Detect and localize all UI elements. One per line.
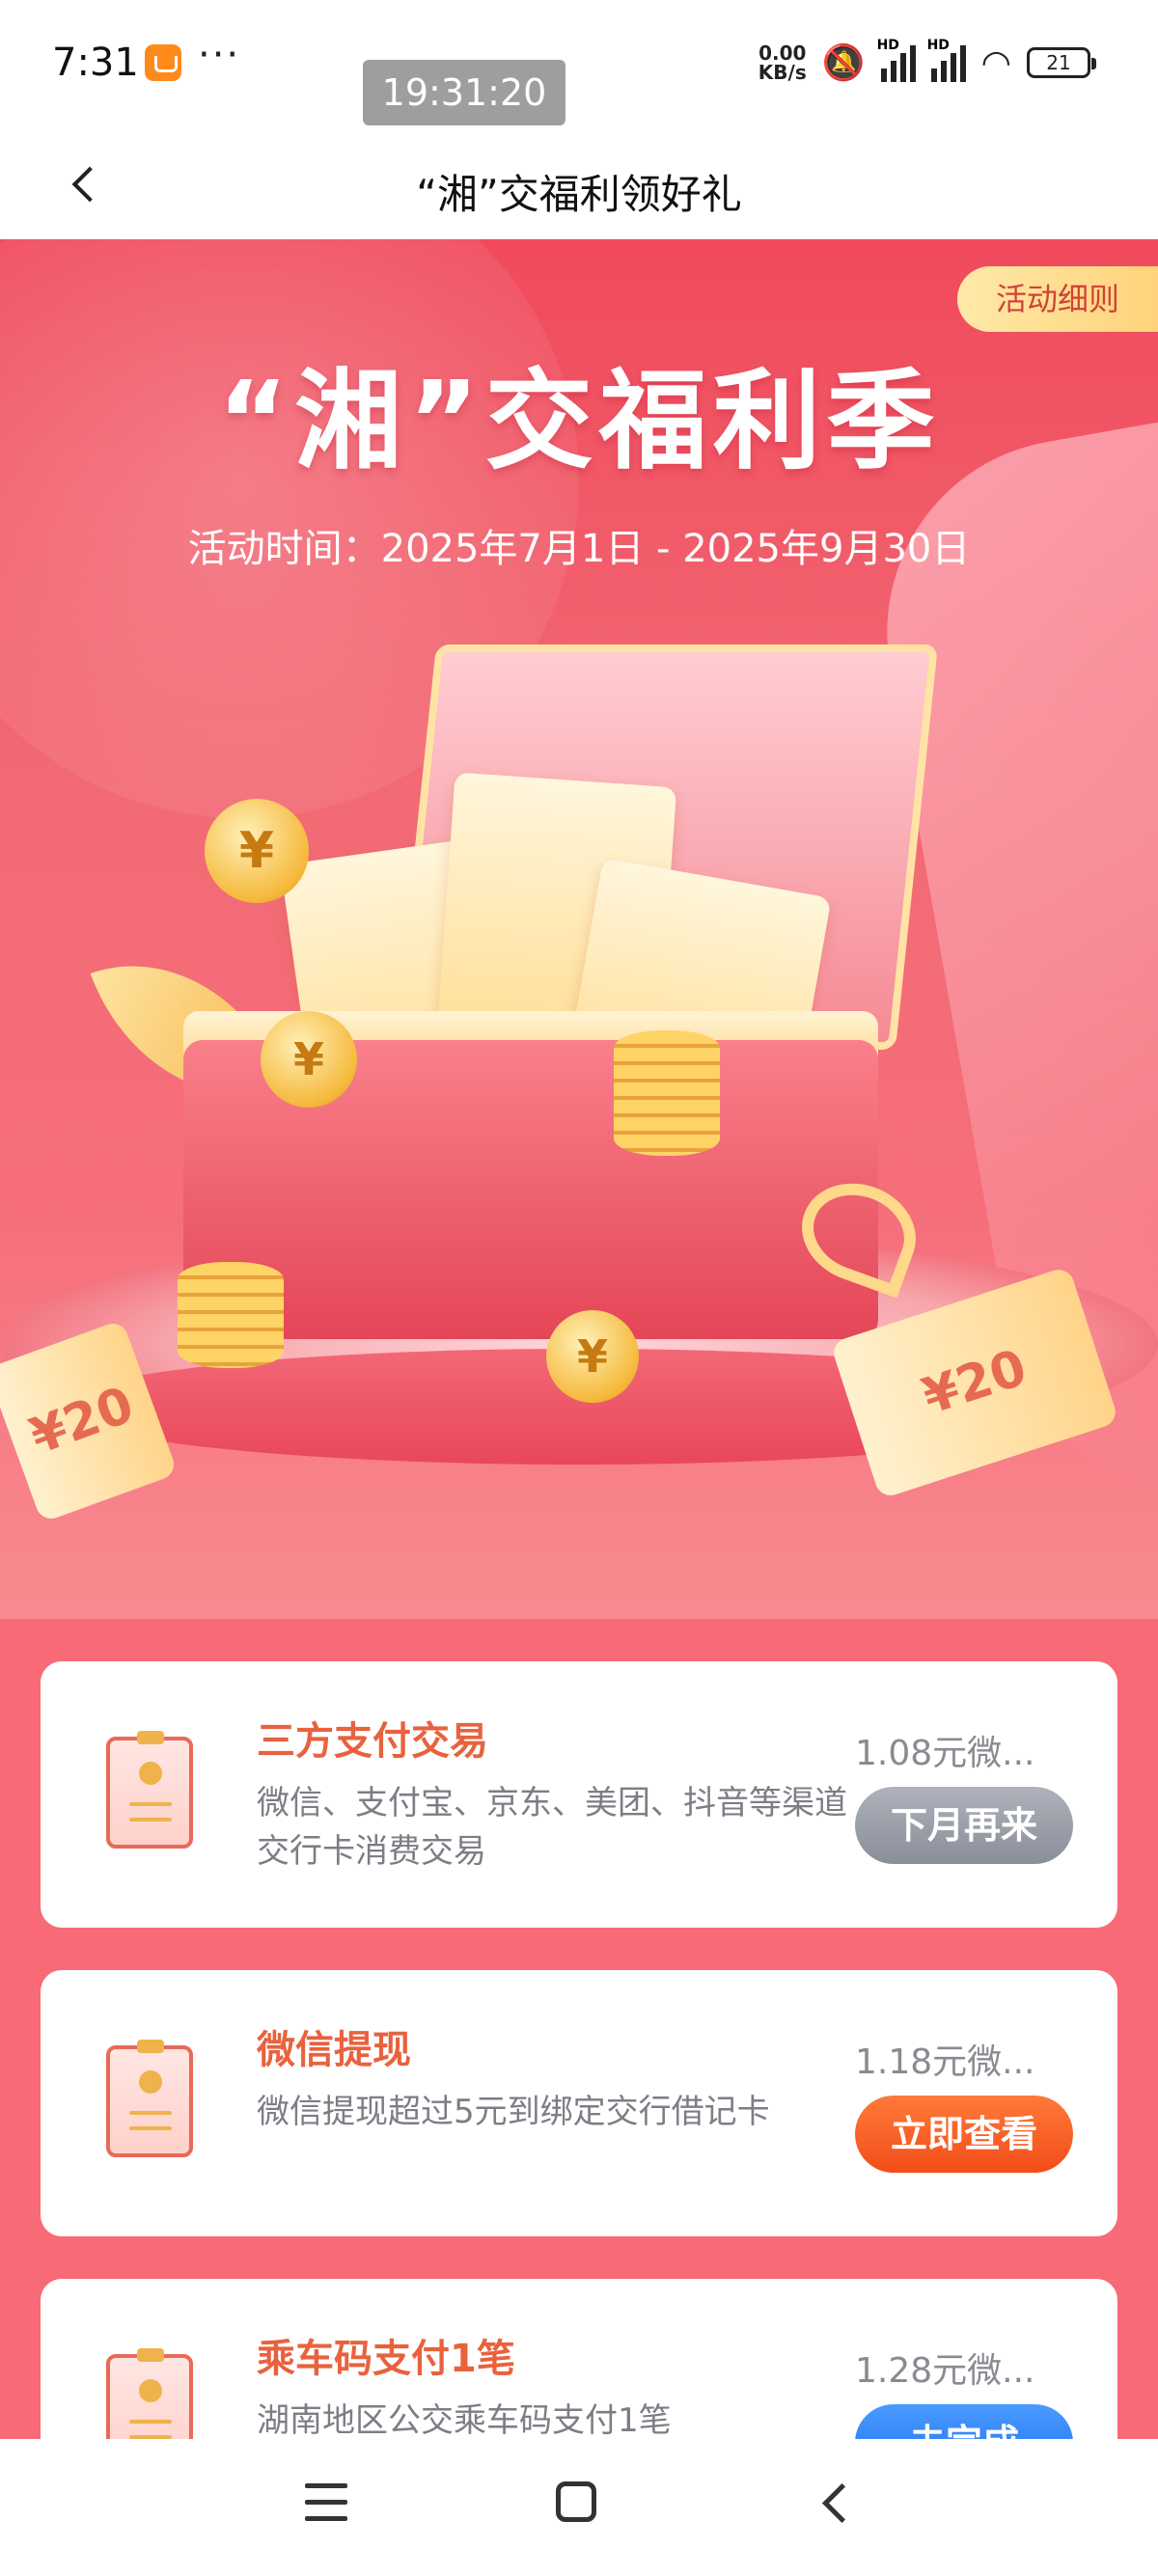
shopping-app-icon: [145, 44, 181, 81]
status-time: 7:31: [52, 41, 139, 85]
signal-icon-2: HD: [927, 38, 966, 82]
mute-bell-icon: 🔕: [821, 43, 866, 83]
signal-icon: HD: [877, 38, 916, 82]
system-nav-bar: [0, 2439, 1158, 2576]
page-title: “湘”交福利领好礼: [416, 171, 742, 218]
nav-bar: “湘”交福利领好礼: [0, 135, 1158, 239]
task-reward: 1.18元微...: [855, 2042, 1035, 2082]
come-next-month-button[interactable]: 下月再来: [855, 1787, 1073, 1864]
activity-rules-button[interactable]: 活动细则: [957, 266, 1158, 332]
status-icons: 0.00 KB/s 🔕 HD HD ◠ 21: [758, 38, 1096, 84]
wifi-icon: ◠: [980, 42, 1011, 83]
task-reward: 1.28元微...: [855, 2351, 1035, 2391]
clipboard-check-icon: [106, 2040, 193, 2157]
hero-banner: 活动细则 “湘”交福利季 活动时间：2025年7月1日 - 2025年9月30日…: [0, 239, 1158, 1619]
task-list: 三方支付交易 微信、支付宝、京东、美团、抖音等渠道交行卡消费交易 1.08元微.…: [0, 1619, 1158, 2439]
more-notifications-icon: ···: [198, 33, 241, 77]
task-card-wechat-withdraw: 微信提现 微信提现超过5元到绑定交行借记卡 1.18元微... 立即查看: [41, 1970, 1117, 2236]
clipboard-check-icon: [106, 1731, 193, 1849]
home-icon[interactable]: [556, 2481, 596, 2522]
task-desc: 湖南地区公交乘车码支付1笔: [257, 2401, 672, 2439]
status-bar: 7:31 ··· 19:31:20 0.00 KB/s 🔕 HD HD ◠ 21: [0, 0, 1158, 135]
coin-stack: [178, 1262, 284, 1368]
battery-icon: 21: [1027, 47, 1096, 78]
task-title: 乘车码支付1笔: [257, 2337, 515, 2381]
task-card-third-party-pay: 三方支付交易 微信、支付宝、京东、美团、抖音等渠道交行卡消费交易 1.08元微.…: [41, 1661, 1117, 1928]
clipboard-check-icon: [106, 2348, 193, 2439]
view-now-button[interactable]: 立即查看: [855, 2096, 1073, 2173]
not-completed-button[interactable]: 未完成: [855, 2404, 1073, 2439]
activity-date-range: 活动时间：2025年7月1日 - 2025年9月30日: [187, 527, 971, 571]
task-card-transit-code: 乘车码支付1笔 湖南地区公交乘车码支付1笔 1.28元微... 未完成: [41, 2279, 1117, 2439]
task-reward: 1.08元微...: [855, 1734, 1035, 1773]
coin-stack: [614, 1030, 720, 1156]
menu-icon[interactable]: [305, 2483, 347, 2522]
system-back-icon[interactable]: [816, 2481, 859, 2524]
task-title: 微信提现: [257, 2028, 411, 2072]
yuan-coin-icon: ¥: [205, 799, 309, 903]
yuan-coin-icon: ¥: [261, 1011, 357, 1108]
hero-title: “湘”交福利季: [217, 359, 941, 484]
clock-overlay: 19:31:20: [363, 60, 565, 125]
task-desc: 微信提现超过5元到绑定交行借记卡: [257, 2093, 770, 2131]
yuan-coin-icon: ¥: [546, 1310, 639, 1403]
task-title: 三方支付交易: [257, 1719, 488, 1764]
net-speed: 0.00 KB/s: [758, 41, 807, 84]
task-desc: 微信、支付宝、京东、美团、抖音等渠道交行卡消费交易: [257, 1784, 847, 1871]
